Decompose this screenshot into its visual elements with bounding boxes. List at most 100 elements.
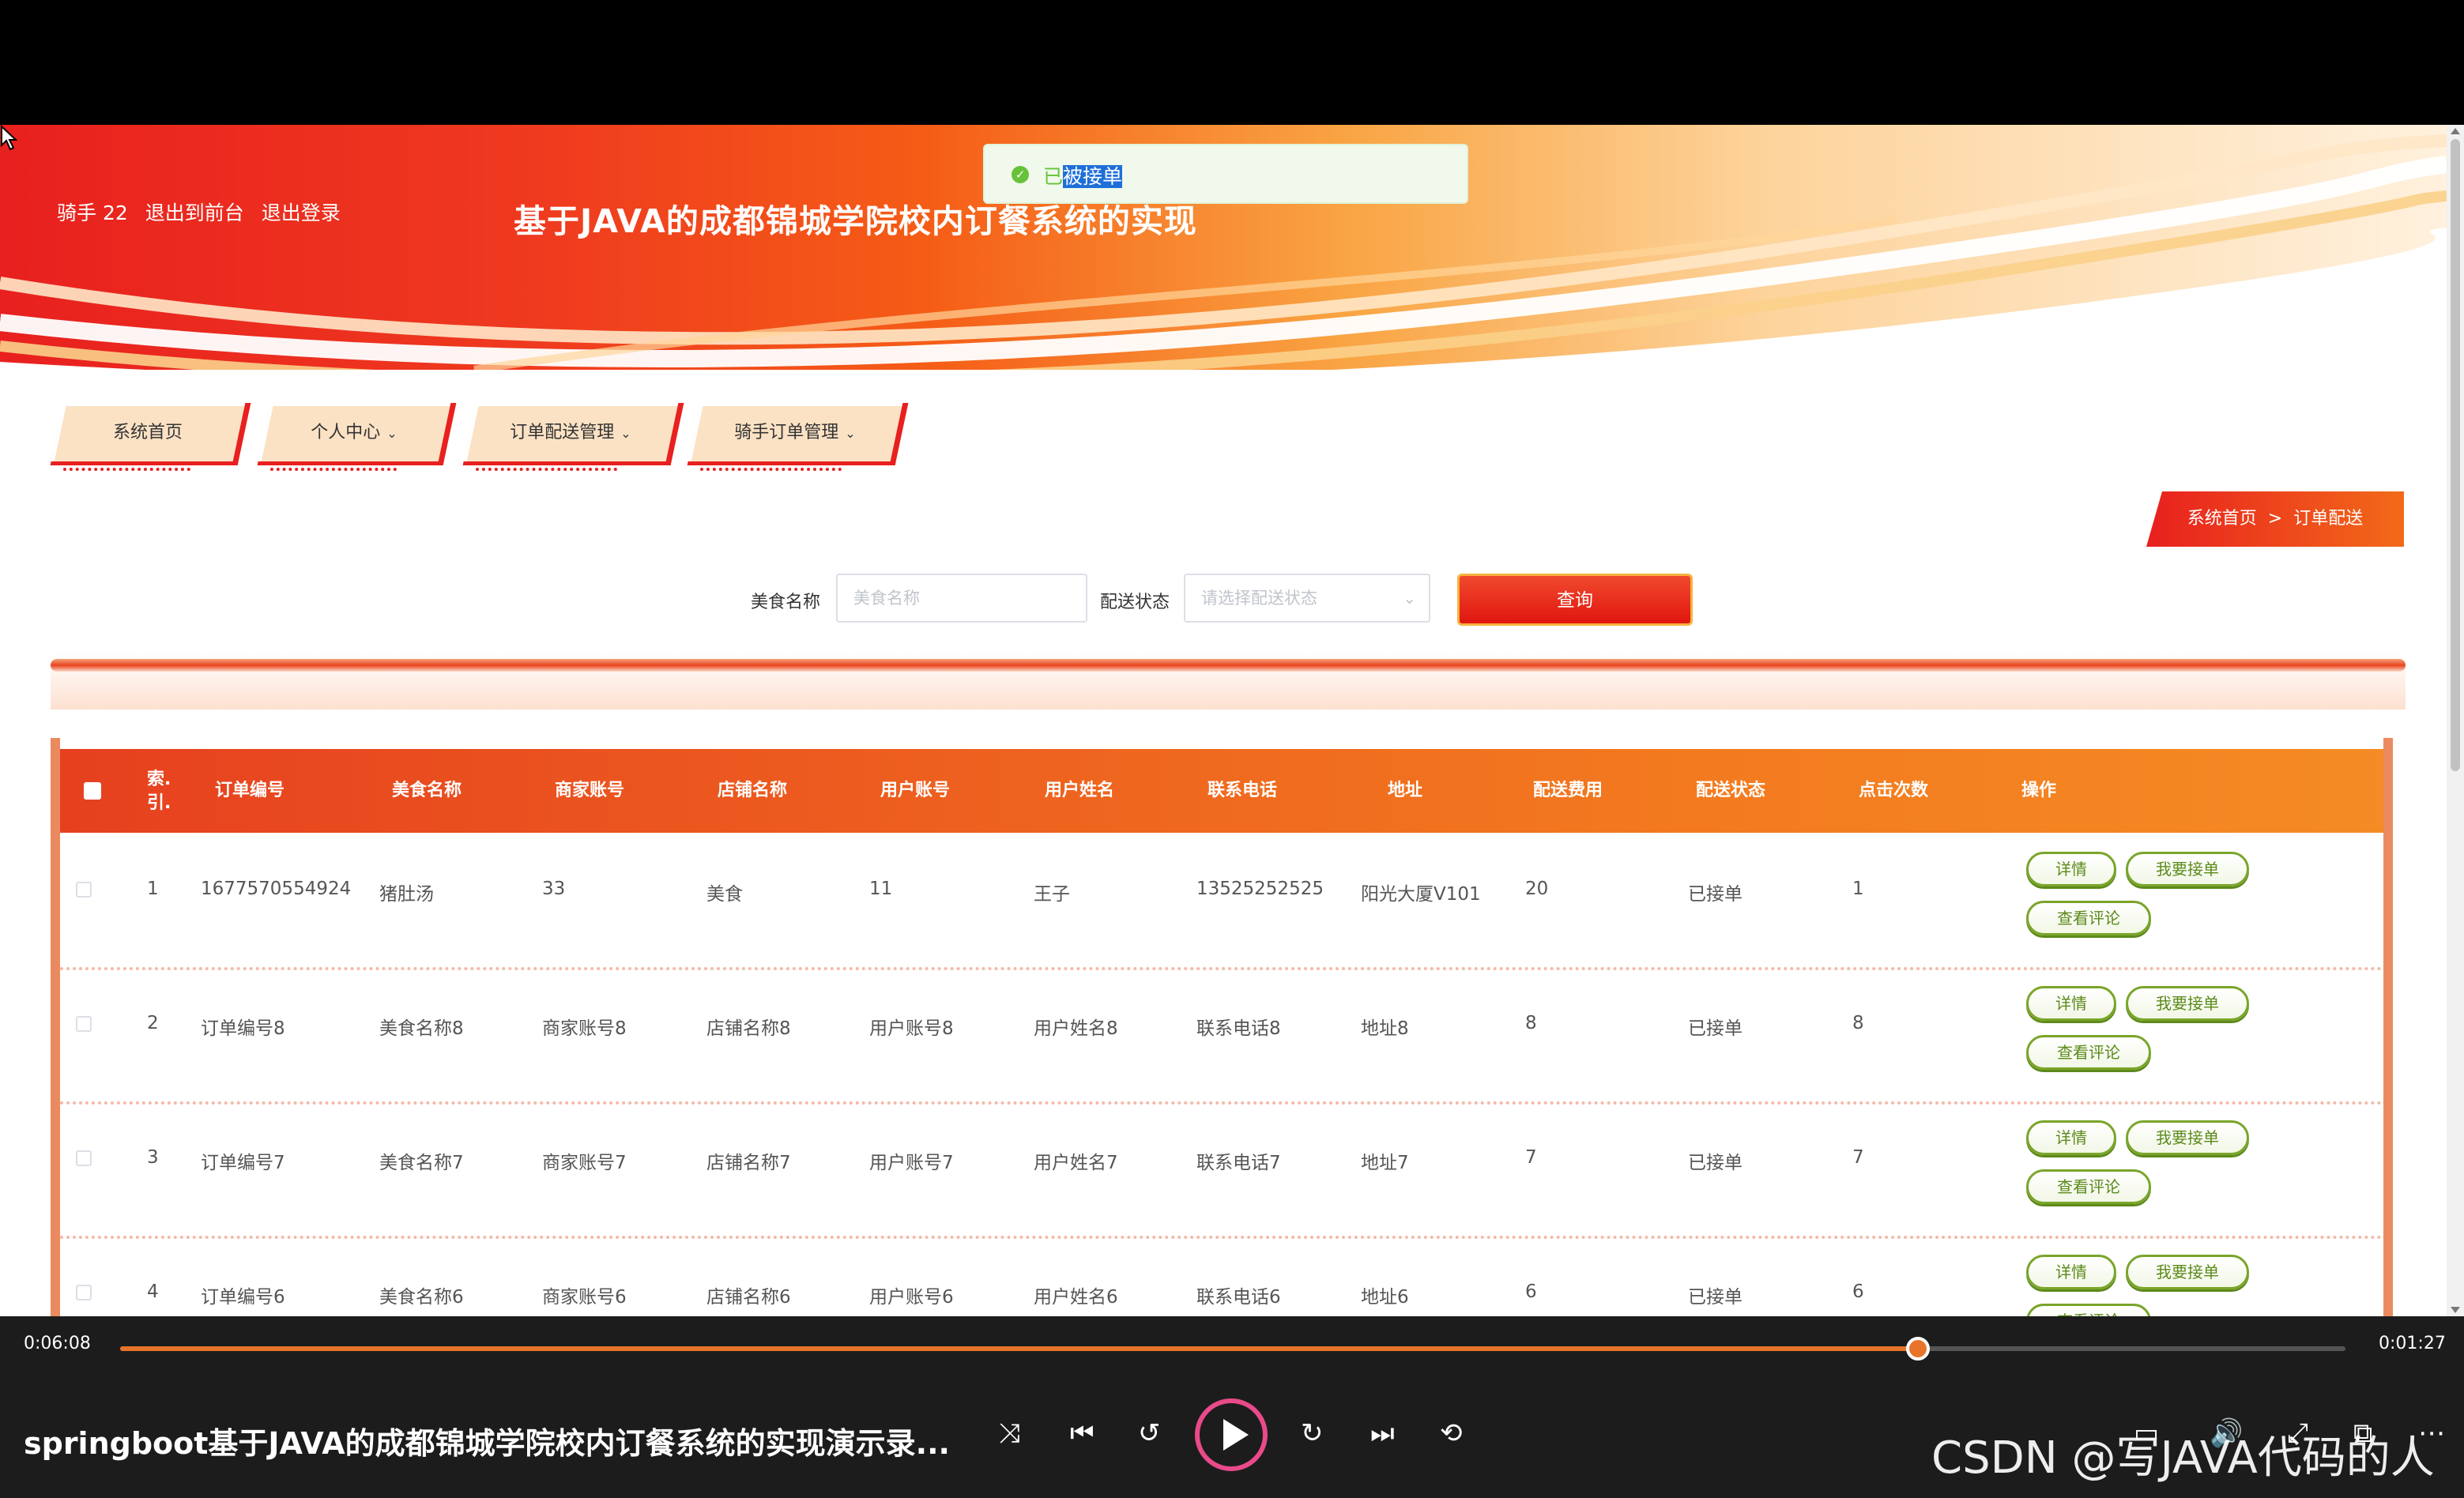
play-icon (1223, 1419, 1249, 1451)
video-title: springboot基于JAVA的成都锦城学院校内订餐系统的实现演示录... (24, 1426, 950, 1461)
shuffle-icon[interactable]: ⤨ (999, 1417, 1020, 1449)
table-cell: 用户账号8 (869, 1018, 954, 1039)
detail-button[interactable]: 详情 (2026, 986, 2116, 1021)
table-cell: 订单编号8 (201, 1018, 285, 1039)
view-reviews-button[interactable]: 查看评论 (2026, 1169, 2151, 1204)
table-cell: 美食名称6 (379, 1287, 464, 1308)
nav-rider-label: 骑手订单管理 ⌄ (694, 403, 896, 464)
table-row: 1 1677570554924 猪肚汤 33 美食 11 王子 13525252525 阳光大厦… (60, 833, 2383, 970)
take-order-button[interactable]: 我要接单 (2126, 1255, 2249, 1289)
table-cell: 用户姓名8 (1034, 1018, 1118, 1039)
table-cell: 美食名称8 (379, 1018, 464, 1039)
take-order-button[interactable]: 我要接单 (2126, 1120, 2249, 1155)
view-reviews-button[interactable]: 查看评论 (2026, 901, 2151, 935)
detail-button[interactable]: 详情 (2026, 1255, 2116, 1289)
nav-personal-text: 个人中心 (311, 423, 381, 442)
scroll-up-icon[interactable] (2451, 128, 2460, 134)
col-index-bottom: 引. (147, 793, 171, 813)
nav-dots (476, 465, 618, 471)
nav-personal-center[interactable]: 个人中心 ⌄ (257, 403, 457, 471)
next-icon[interactable]: ⏭ (1370, 1417, 1395, 1449)
chevron-down-icon: ⌄ (845, 426, 856, 441)
breadcrumb-home[interactable]: 系统首页 (2187, 509, 2257, 529)
col-food-name: 美食名称 (392, 781, 462, 800)
table-cell: 已接单 (1688, 1287, 1743, 1308)
table-cell: 7 (1852, 1147, 1864, 1168)
table-cell: 店铺名称8 (706, 1018, 791, 1039)
table-row: 2 订单编号8 美食名称8 商家账号8 店铺名称8 用户账号8 用户姓名8 联系电话8 地址8 8… (60, 967, 2383, 1105)
detail-button[interactable]: 详情 (2026, 852, 2116, 886)
table-cell: 1 (1852, 879, 1864, 899)
row-checkbox[interactable] (76, 1016, 92, 1032)
search-divider (51, 659, 2406, 672)
play-button[interactable] (1195, 1398, 1268, 1471)
delivery-status-select[interactable]: 请选择配送状态 ⌄ (1184, 574, 1430, 623)
table-cell: 3 (147, 1147, 159, 1168)
table-cell: 美食 (706, 884, 743, 905)
col-index-top: 索. (147, 770, 171, 789)
col-click-count: 点击次数 (1859, 781, 1929, 800)
select-all-checkbox[interactable] (84, 782, 101, 800)
view-reviews-button[interactable]: 查看评论 (2026, 1304, 2151, 1316)
seek-handle[interactable] (1906, 1337, 1931, 1361)
table-cell: 联系电话8 (1196, 1018, 1281, 1039)
nav-rider-orders[interactable]: 骑手订单管理 ⌄ (687, 403, 909, 471)
table-cell: 商家账号6 (542, 1287, 627, 1308)
table-cell: 用户账号6 (869, 1287, 954, 1308)
table-cell: 店铺名称7 (706, 1153, 791, 1173)
table-cell: 用户姓名6 (1034, 1287, 1118, 1308)
rewind-10-icon[interactable]: ↺ (1138, 1417, 1161, 1449)
food-name-input[interactable]: 美食名称 (836, 574, 1087, 623)
scroll-down-icon[interactable] (2451, 1307, 2460, 1313)
nav-dots (270, 465, 397, 471)
seek-bar[interactable] (120, 1346, 2345, 1351)
col-phone: 联系电话 (1208, 781, 1278, 800)
repeat-icon[interactable]: ⟲ (1440, 1417, 1463, 1449)
toast-highlight: 被接单 (1063, 165, 1123, 188)
col-user-account: 用户账号 (880, 781, 951, 800)
nav-dots (63, 465, 190, 471)
breadcrumb-current: 订单配送 (2293, 509, 2364, 529)
nav-delivery-management[interactable]: 订单配送管理 ⌄ (462, 403, 684, 471)
take-order-button[interactable]: 我要接单 (2126, 852, 2249, 886)
previous-icon[interactable]: ⏮ (1070, 1417, 1094, 1449)
col-delivery-fee: 配送费用 (1533, 781, 1603, 800)
table-cell: 8 (1525, 1013, 1537, 1033)
nav-delivery-text: 订单配送管理 (510, 423, 615, 442)
back-to-front-link[interactable]: 退出到前台 (145, 201, 244, 224)
app-viewport: 骑手 22 退出到前台 退出登录 基于JAVA的成都锦城学院校内订餐系统的实现 … (0, 125, 2447, 1316)
table-cell: 店铺名称6 (706, 1287, 791, 1308)
table-header: 索. 引. 订单编号 美食名称 商家账号 店铺名称 用户账号 用户姓名 联系电话 … (60, 749, 2383, 833)
col-user-name: 用户姓名 (1045, 781, 1115, 800)
page-scrollbar[interactable] (2447, 125, 2464, 1316)
table-cell: 已接单 (1688, 1153, 1743, 1173)
nav-home[interactable]: 系统首页 (50, 403, 251, 471)
toast-prefix: 已 (1043, 165, 1064, 188)
view-reviews-button[interactable]: 查看评论 (2026, 1035, 2151, 1070)
mouse-cursor-icon (1, 125, 18, 151)
table-cell: 王子 (1034, 884, 1070, 905)
row-checkbox[interactable] (76, 1285, 92, 1300)
col-shop-name: 店铺名称 (718, 781, 788, 800)
row-checkbox[interactable] (76, 882, 92, 898)
take-order-button[interactable]: 我要接单 (2126, 986, 2249, 1021)
query-button[interactable]: 查询 (1457, 574, 1693, 626)
logout-link[interactable]: 退出登录 (262, 201, 341, 224)
table-row: 4 订单编号6 美食名称6 商家账号6 店铺名称6 用户账号6 用户姓名6 联系电话6 地址6 6… (60, 1236, 2383, 1316)
table-cell: 7 (1525, 1147, 1537, 1168)
delivery-status-label: 配送状态 (1100, 593, 1170, 612)
chevron-down-icon: ⌄ (386, 426, 397, 441)
forward-30-icon[interactable]: ↻ (1301, 1417, 1324, 1449)
table-cell: 2 (147, 1013, 159, 1033)
table-cell: 8 (1852, 1013, 1864, 1033)
col-merchant-account: 商家账号 (555, 781, 625, 800)
delivery-status-placeholder: 请选择配送状态 (1201, 589, 1317, 608)
nav-home-label: 系统首页 (57, 403, 239, 463)
detail-button[interactable]: 详情 (2026, 1120, 2116, 1155)
rider-label: 骑手 22 (57, 201, 128, 224)
scrollbar-thumb[interactable] (2451, 139, 2460, 771)
nav-personal-label: 个人中心 ⌄ (264, 403, 444, 464)
table-cell: 美食名称7 (379, 1153, 464, 1173)
row-checkbox[interactable] (76, 1150, 92, 1166)
table-cell: 20 (1525, 879, 1549, 899)
